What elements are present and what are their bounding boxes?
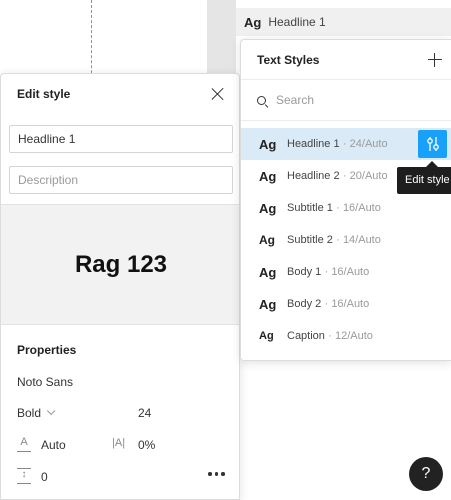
close-icon[interactable]: [209, 85, 227, 103]
sliders-icon: [426, 137, 439, 151]
chevron-down-icon: [46, 406, 56, 416]
text-styles-header: Text Styles: [241, 40, 451, 80]
text-style-item[interactable]: Ag Body 1 · 16/Auto: [241, 256, 451, 288]
style-search-input[interactable]: [276, 93, 426, 107]
text-style-preview-icon: Ag: [259, 136, 277, 152]
text-style-meta: · 20/Auto: [342, 170, 388, 182]
preview-text: Rag 123: [74, 250, 168, 278]
properties-heading: Properties: [17, 343, 77, 357]
text-style-item[interactable]: Ag Subtitle 2 · 14/Auto: [241, 224, 451, 256]
text-style-name: Headline 2: [287, 170, 340, 182]
text-style-meta: · 24/Auto: [342, 138, 388, 150]
more-options-button[interactable]: [206, 466, 227, 482]
text-style-meta: · 16/Auto: [324, 298, 370, 310]
text-style-meta: · 14/Auto: [336, 234, 381, 246]
style-preview: Rag 123: [1, 204, 239, 325]
text-style-preview-icon: Ag: [259, 330, 274, 342]
text-style-item[interactable]: Ag Headline 1 · 24/Auto: [241, 128, 451, 160]
add-style-plus-icon[interactable]: [425, 50, 445, 70]
font-weight-select[interactable]: Bold: [17, 406, 56, 420]
help-button[interactable]: ?: [409, 457, 443, 491]
text-style-name: Subtitle 2: [287, 234, 333, 246]
selected-layer-name: Headline 1: [268, 15, 326, 29]
text-style-item[interactable]: Ag Body 2 · 16/Auto: [241, 288, 451, 320]
search-icon: [257, 95, 266, 105]
edit-style-tooltip: Edit style: [397, 167, 451, 194]
line-height-input[interactable]: Auto: [41, 438, 66, 452]
edit-style-title: Edit style: [17, 87, 71, 101]
letter-spacing-icon: |A|: [112, 437, 126, 449]
text-style-item[interactable]: Ag Caption · 12/Auto: [241, 320, 451, 352]
text-style-meta: · 16/Auto: [324, 266, 370, 278]
font-family-select[interactable]: Noto Sans: [17, 375, 73, 389]
edit-style-panel: Edit style Rag 123 Properties Noto Sans …: [0, 73, 240, 500]
text-style-preview-icon: Ag: [259, 168, 277, 184]
text-styles-panel: Text Styles Ag Headline 1 · 24/Auto Ag Head…: [240, 39, 451, 361]
text-style-meta: · 12/Auto: [328, 330, 373, 342]
style-description-field[interactable]: [9, 166, 233, 194]
text-style-name: Subtitle 1: [287, 202, 333, 214]
text-style-name: Body 2: [287, 298, 322, 310]
text-style-name: Caption: [287, 330, 325, 342]
style-search-row: [241, 80, 451, 121]
text-style-list: Ag Headline 1 · 24/Auto Ag Headline 2 · 20/…: [241, 128, 451, 352]
text-style-name: Body 1: [287, 266, 322, 278]
font-weight-value: Bold: [17, 406, 42, 420]
selected-layer-chip[interactable]: Ag Headline 1: [236, 8, 451, 36]
text-style-item[interactable]: Ag Subtitle 1 · 16/Auto: [241, 192, 451, 224]
text-style-meta: · 16/Auto: [336, 202, 381, 214]
text-style-preview-icon: Ag: [259, 233, 275, 247]
text-style-icon: Ag: [244, 14, 262, 30]
paragraph-spacing-input[interactable]: 0: [41, 470, 48, 484]
text-style-preview-icon: Ag: [259, 200, 277, 216]
text-styles-title: Text Styles: [257, 52, 320, 67]
dot-icon: [214, 472, 218, 476]
dot-icon: [208, 472, 212, 476]
style-name-field[interactable]: [9, 125, 233, 153]
text-style-preview-icon: Ag: [259, 264, 277, 280]
letter-spacing-input[interactable]: 0%: [138, 438, 155, 452]
text-style-preview-icon: Ag: [259, 296, 277, 312]
font-size-input[interactable]: 24: [138, 406, 151, 420]
text-style-name: Headline 1: [287, 138, 340, 150]
dot-icon: [221, 472, 225, 476]
line-height-icon: A: [17, 436, 31, 452]
edit-style-header: Edit style: [1, 74, 239, 114]
paragraph-spacing-icon: ↕: [17, 468, 31, 484]
edit-style-button[interactable]: [418, 130, 447, 158]
